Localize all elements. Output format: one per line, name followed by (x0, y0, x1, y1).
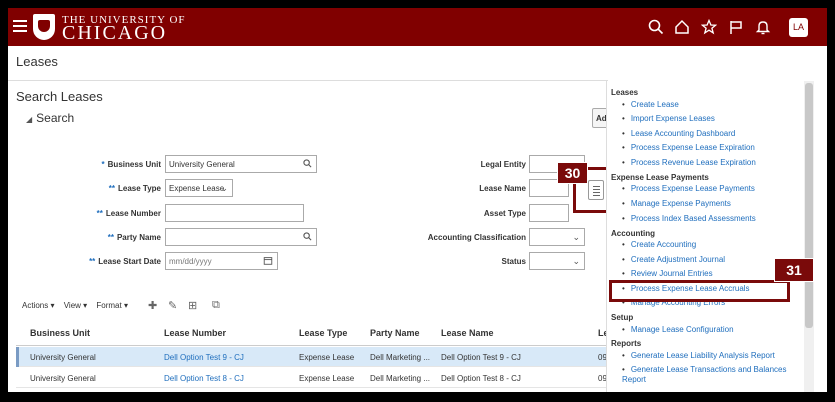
lease-start-date-label: ** Lease Start Date (89, 257, 161, 266)
accounting-classification-label: Accounting Classification (427, 233, 526, 242)
status-select[interactable]: ⌄ (529, 252, 585, 270)
party-name-input[interactable] (165, 228, 317, 246)
column-header[interactable]: Lease Number (164, 328, 226, 338)
column-header[interactable]: Lease Name (441, 328, 494, 338)
page-title: Leases (16, 54, 58, 69)
legal-entity-label: Legal Entity (480, 160, 526, 169)
column-header[interactable]: Business Unit (30, 328, 90, 338)
table-header: Business Unit Lease Number Lease Type Pa… (16, 322, 616, 346)
asset-type-label: Asset Type (483, 209, 526, 218)
flag-icon[interactable] (728, 19, 744, 35)
status-label: Status (501, 257, 526, 266)
business-unit-input[interactable]: University General (165, 155, 317, 173)
lease-number-label: ** Lease Number (96, 209, 161, 218)
lease-start-date-input[interactable]: mm/dd/yyyy (165, 252, 278, 270)
search-toggle-label: Search (36, 111, 75, 125)
search-icon[interactable] (648, 19, 664, 35)
task-create-accounting[interactable]: Create Accounting (622, 240, 696, 249)
table-toolbar: Actions ▾ View ▾ Format ▾ (22, 301, 135, 310)
star-icon[interactable] (701, 19, 717, 35)
task-process-expense-lease-payments[interactable]: Process Expense Lease Payments (622, 184, 755, 193)
tasks-section-accounting: Accounting (611, 229, 655, 238)
step-30-callout: 30 (557, 162, 588, 184)
add-icon[interactable]: ✚ (148, 299, 157, 312)
column-header[interactable]: Lease Type (299, 328, 347, 338)
tasks-section-leases: Leases (611, 88, 639, 97)
app-screen: THE UNIVERSITY OF CHICAGO LA Leases Sear… (8, 8, 827, 392)
search-icon[interactable] (303, 159, 312, 168)
lease-number-link[interactable]: Dell Option Test 8 - CJ (164, 374, 244, 383)
table-row[interactable]: University General Dell Option Test 8 - … (16, 368, 616, 388)
format-menu[interactable]: Format ▾ (96, 301, 128, 310)
party-name-label: ** Party Name (107, 233, 161, 242)
column-header[interactable]: Party Name (370, 328, 420, 338)
calendar-icon[interactable] (263, 256, 273, 265)
search-icon[interactable] (303, 232, 312, 241)
tasks-section-setup: Setup (611, 313, 634, 322)
lease-number-link[interactable]: Dell Option Test 9 - CJ (164, 353, 244, 362)
detach-icon[interactable]: ⧉ (212, 299, 220, 312)
task-lease-accounting-dashboard[interactable]: Lease Accounting Dashboard (622, 129, 736, 138)
edit-icon[interactable]: ✎ (168, 299, 177, 312)
lease-name-cell: Dell Option Test 8 - CJ (441, 374, 521, 383)
party-name-cell: Dell Marketing ... (370, 353, 431, 362)
step-31-callout: 31 (774, 258, 814, 282)
highlight-accruals-task (609, 280, 790, 302)
bell-icon[interactable] (755, 19, 771, 35)
lease-type-label: ** Lease Type (108, 184, 161, 193)
task-generate-lease-liability-analysis-report[interactable]: Generate Lease Liability Analysis Report (622, 351, 775, 360)
task-manage-expense-payments[interactable]: Manage Expense Payments (622, 199, 731, 208)
task-generate-lease-transactions-balances-report[interactable]: Generate Lease Transactions and Balances… (622, 365, 792, 385)
accounting-classification-select[interactable]: ⌄ (529, 228, 585, 246)
lease-type-select[interactable]: Expense Lease ⌄ (165, 179, 233, 197)
business-unit-label: * Business Unit (101, 160, 161, 169)
lease-type-cell: Expense Lease (299, 374, 355, 383)
search-section-title: Search Leases (16, 89, 103, 104)
task-review-journal-entries[interactable]: Review Journal Entries (622, 269, 713, 278)
task-create-adjustment-journal[interactable]: Create Adjustment Journal (622, 255, 725, 264)
party-name-cell: Dell Marketing ... (370, 374, 431, 383)
lease-number-input[interactable] (165, 204, 304, 222)
menu-icon[interactable] (13, 20, 27, 32)
university-crest-icon (33, 14, 55, 40)
logo-main-text[interactable]: CHICAGO (62, 23, 167, 43)
business-unit-cell: University General (30, 374, 96, 383)
tasks-scrollbar[interactable] (804, 81, 814, 392)
chevron-down-icon: ⌄ (220, 183, 228, 193)
task-create-lease[interactable]: Create Lease (622, 100, 679, 109)
freeze-icon[interactable]: ⊞ (188, 299, 197, 312)
task-process-expense-lease-expiration[interactable]: Process Expense Lease Expiration (622, 143, 755, 152)
task-manage-lease-configuration[interactable]: Manage Lease Configuration (622, 325, 734, 334)
business-unit-cell: University General (30, 353, 96, 362)
asset-type-input[interactable] (529, 204, 569, 222)
lease-name-label: Lease Name (479, 184, 526, 193)
actions-menu[interactable]: Actions ▾ (22, 301, 54, 310)
collapse-triangle-icon: ◢ (26, 115, 33, 124)
scrollbar-thumb[interactable] (805, 83, 813, 328)
chevron-down-icon: ⌄ (572, 232, 580, 242)
lease-name-cell: Dell Option Test 9 - CJ (441, 353, 521, 362)
tasks-section-payments: Expense Lease Payments (611, 173, 709, 182)
title-divider (8, 80, 608, 81)
table-row[interactable]: University General Dell Option Test 9 - … (16, 347, 616, 367)
task-import-expense-leases[interactable]: Import Expense Leases (622, 114, 715, 123)
home-icon[interactable] (674, 19, 690, 35)
search-toggle[interactable]: ◢ Search (26, 111, 74, 125)
lease-type-cell: Expense Lease (299, 353, 355, 362)
screenshot-frame: THE UNIVERSITY OF CHICAGO LA Leases Sear… (0, 0, 835, 402)
user-avatar[interactable]: LA (789, 18, 808, 37)
task-process-index-based-assessments[interactable]: Process Index Based Assessments (622, 214, 756, 223)
tasks-section-reports: Reports (611, 339, 642, 348)
top-bar: THE UNIVERSITY OF CHICAGO LA (8, 8, 827, 46)
chevron-down-icon: ⌄ (572, 256, 580, 266)
task-process-revenue-lease-expiration[interactable]: Process Revenue Lease Expiration (622, 158, 756, 167)
view-menu[interactable]: View ▾ (64, 301, 87, 310)
